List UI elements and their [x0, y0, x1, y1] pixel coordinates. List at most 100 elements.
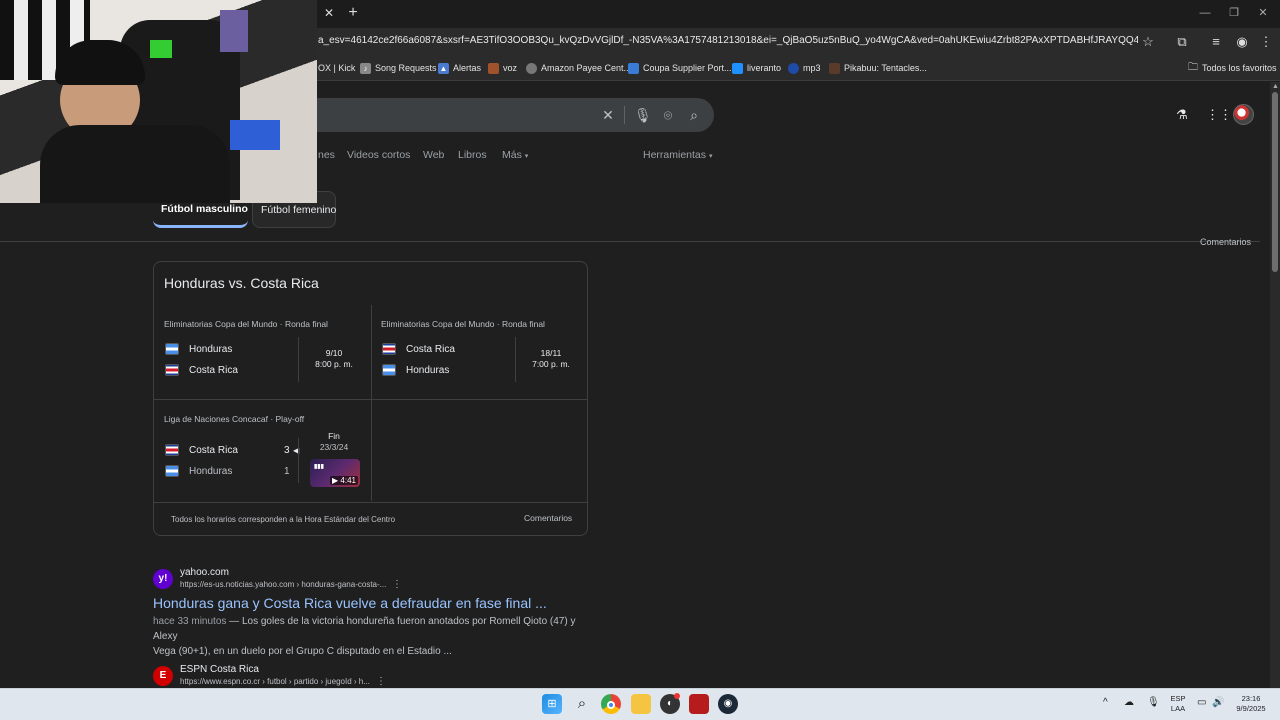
menu-icon[interactable]: ⋮	[1258, 34, 1274, 50]
highlights-video-thumbnail[interactable]: ▮▮▮ ▶ 4:41	[310, 459, 360, 487]
pikabuu-icon	[829, 62, 840, 74]
bookmark-star-icon[interactable]: ☆	[1140, 34, 1156, 50]
volume-icon[interactable]: 🔊	[1212, 697, 1224, 708]
team-name: Costa Rica	[189, 365, 238, 376]
feedback-link[interactable]: Comentarios	[1200, 237, 1251, 247]
tab-libros[interactable]: Libros	[458, 149, 487, 163]
file-explorer-icon[interactable]	[631, 694, 651, 714]
clock[interactable]: 23:16 9/9/2025	[1228, 694, 1274, 714]
team-name: Honduras	[406, 365, 450, 376]
bookmark-voz[interactable]: voz	[488, 60, 517, 76]
bookmark-label: Song Requests	[375, 63, 437, 73]
bookmark-liveranto[interactable]: liveranto	[732, 60, 781, 76]
bookmark-label: voz	[503, 63, 518, 73]
restore-icon[interactable]: ❐	[1227, 6, 1241, 20]
tab-mas[interactable]: Más ▾	[502, 149, 528, 163]
timezone-footnote: Todos los horarios corresponden a la Hor…	[171, 515, 396, 524]
match-divider	[298, 438, 299, 483]
labs-icon[interactable]: ⚗	[1174, 107, 1190, 123]
all-bookmarks[interactable]: 🗀 Todos los favoritos	[1188, 60, 1277, 76]
match-date: 9/10	[325, 348, 343, 358]
microphone-icon[interactable]: 🎙	[634, 107, 652, 123]
minimize-icon[interactable]: —	[1198, 6, 1212, 20]
alert-icon: ▲	[438, 62, 449, 74]
honduras-flag-icon	[165, 465, 179, 477]
card-feedback-link[interactable]: Comentarios	[524, 513, 572, 523]
display-icon[interactable]: ▭	[1197, 697, 1206, 708]
windows-start-icon[interactable]: ⊞	[542, 694, 562, 714]
search-divider	[624, 106, 625, 124]
result-title[interactable]: Honduras gana y Costa Rica vuelve a defr…	[153, 595, 547, 611]
costa-rica-flag-icon	[165, 364, 179, 376]
header-divider	[0, 241, 1260, 242]
search-icon[interactable]: ⌕	[686, 107, 702, 123]
bookmark-label: mp3	[803, 63, 821, 73]
costa-rica-flag-icon	[165, 444, 179, 456]
bookmark-kick[interactable]: OX | Kick	[318, 60, 355, 76]
extensions-icon[interactable]: ⧉	[1174, 34, 1190, 50]
honduras-flag-icon	[165, 343, 179, 355]
tab-mas-label: Más	[502, 149, 522, 161]
new-tab-icon[interactable]: +	[346, 5, 360, 21]
card-title[interactable]: Honduras vs. Costa Rica	[164, 275, 319, 291]
bookmark-alertas[interactable]: ▲ Alertas	[438, 60, 481, 76]
match-status: Fin	[328, 431, 340, 441]
bookmark-pikabuu[interactable]: Pikabuu: Tentacles...	[829, 60, 927, 76]
close-window-icon[interactable]: ✕	[1256, 6, 1270, 20]
tab-close-icon[interactable]: ✕	[322, 6, 336, 20]
tab-videos-cortos[interactable]: Videos cortos	[347, 149, 410, 163]
result-more-icon[interactable]: ⋮	[392, 579, 402, 590]
clear-search-icon[interactable]: ✕	[600, 107, 616, 123]
profile-icon[interactable]: ◉	[1234, 34, 1250, 50]
tools-button[interactable]: Herramientas ▾	[643, 149, 712, 163]
microphone-tray-icon[interactable]: 🎙	[1147, 697, 1160, 708]
card-row-divider	[154, 399, 587, 400]
match-league: Eliminatorias Copa del Mundo · Ronda fin…	[381, 319, 545, 329]
tab-web[interactable]: Web	[423, 149, 444, 163]
chrome-icon[interactable]	[601, 694, 621, 714]
folder-icon: 🗀	[1188, 61, 1198, 73]
scrollbar-thumb[interactable]	[1272, 92, 1278, 272]
result-more-icon[interactable]: ⋮	[376, 676, 386, 687]
scroll-up-icon[interactable]: ▲	[1272, 83, 1279, 90]
bookmark-amazon[interactable]: Amazon Payee Cent...	[526, 60, 631, 76]
video-duration: ▶ 4:41	[330, 476, 358, 485]
result-site-name[interactable]: ESPN Costa Rica	[180, 664, 259, 675]
tools-label: Herramientas	[643, 149, 707, 161]
team-name: Honduras	[189, 344, 233, 355]
clock-date: 9/9/2025	[1236, 704, 1266, 713]
bookmark-label: Pikabuu: Tentacles...	[844, 63, 927, 73]
team-name: Costa Rica	[406, 344, 455, 355]
result-snippet: hace 33 minutos — Los goles de la victor…	[153, 614, 583, 659]
bookmark-mp3[interactable]: mp3	[788, 60, 821, 76]
apps-grid-icon[interactable]: ⋮⋮	[1206, 107, 1232, 123]
address-bar[interactable]: a_esv=46142ce2f66a6087&sxsrf=AE3TifO3OOB…	[318, 35, 1138, 51]
steam-icon[interactable]: ◉	[718, 694, 738, 714]
voz-icon	[488, 62, 499, 74]
search-icon[interactable]: ⌕	[572, 694, 592, 714]
lang-code: ESP	[1170, 694, 1186, 703]
thumbnail-art: ▮▮▮	[314, 464, 324, 470]
match-date: 23/3/24	[319, 442, 349, 452]
all-bookmarks-label: Todos los favoritos	[1202, 63, 1277, 73]
blue-object	[230, 120, 280, 150]
result-site-name[interactable]: yahoo.com	[180, 567, 229, 578]
mp3-icon	[788, 62, 799, 74]
tray-expand-icon[interactable]: ^	[1103, 697, 1108, 708]
chair-logo	[150, 40, 172, 58]
language-indicator[interactable]: ESP LAA	[1166, 694, 1190, 714]
bookmark-song-requests[interactable]: ♪ Song Requests	[360, 60, 437, 76]
result-url[interactable]: https://es-us.noticias.yahoo.com › hondu…	[180, 580, 386, 589]
liveranto-icon	[732, 62, 743, 74]
media-control-icon[interactable]: ≡	[1208, 34, 1224, 50]
cloud-sync-icon[interactable]: ☁	[1124, 697, 1134, 708]
result-url[interactable]: https://www.espn.co.cr › futbol › partid…	[180, 677, 370, 686]
account-avatar[interactable]	[1233, 104, 1254, 125]
bookmark-label: Alertas	[453, 63, 482, 73]
bookmark-coupa[interactable]: Coupa Supplier Port...	[628, 60, 732, 76]
globe-icon	[526, 62, 537, 74]
snippet-line: Vega (90+1), en un duelo por el Grupo C …	[153, 646, 452, 657]
video-app-icon[interactable]	[689, 694, 709, 714]
lens-icon[interactable]: ⌾	[660, 107, 676, 123]
tab-imagenes[interactable]: nes	[318, 149, 335, 163]
